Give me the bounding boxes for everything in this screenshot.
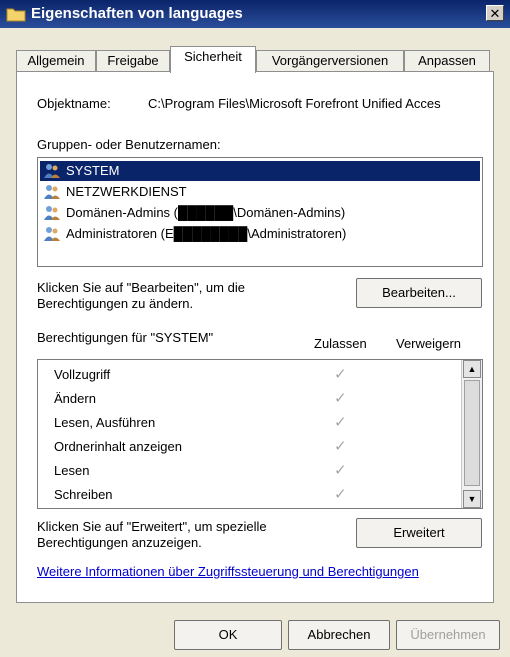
close-button[interactable]: ✕ — [486, 5, 504, 21]
deny-column-header: Verweigern — [396, 336, 462, 351]
users-icon — [44, 206, 60, 220]
folder-icon — [6, 8, 26, 22]
permission-row: Vollzugriff ✓ — [38, 363, 462, 387]
list-item[interactable]: NETZWERKDIENST — [40, 182, 480, 202]
advanced-hint-line-1: Klicken Sie auf "Erweitert", um speziell… — [37, 519, 267, 534]
allow-checkmark[interactable]: ✓ — [334, 459, 347, 483]
object-name-label: Objektname: — [37, 96, 111, 111]
groups-label: Gruppen- oder Benutzernamen: — [37, 137, 221, 152]
advanced-button[interactable]: Erweitert — [356, 518, 482, 548]
scrollbar[interactable]: ▲ ▼ — [461, 360, 482, 508]
groups-listbox[interactable]: SYSTEM NETZWERKDIENST Domänen-Admins (██… — [37, 157, 483, 267]
advanced-hint-line-2: Berechtigungen anzuzeigen. — [37, 535, 202, 550]
permission-name: Lesen, Ausführen — [54, 415, 156, 430]
permission-row: Lesen, Ausführen ✓ — [38, 411, 462, 435]
allow-column-header: Zulassen — [314, 336, 367, 351]
scroll-up-icon[interactable]: ▲ — [463, 360, 481, 378]
allow-checkmark[interactable]: ✓ — [334, 363, 347, 387]
list-item[interactable]: SYSTEM — [40, 161, 480, 181]
edit-hint-line-2: Berechtigungen zu ändern. — [37, 296, 194, 311]
help-link[interactable]: Weitere Informationen über Zugriffssteue… — [37, 564, 419, 579]
tab-strip: Allgemein Freigabe Sicherheit Vorgängerv… — [16, 46, 494, 73]
group-name: NETZWERKDIENST — [66, 184, 187, 199]
ok-button[interactable]: OK — [174, 620, 282, 650]
permissions-list[interactable]: Vollzugriff ✓ Ändern ✓ Lesen, Ausführen … — [37, 359, 483, 509]
permission-row: Ändern ✓ — [38, 387, 462, 411]
tab-anpassen[interactable]: Anpassen — [404, 50, 490, 72]
scroll-thumb[interactable] — [464, 380, 480, 486]
group-name: SYSTEM — [66, 163, 120, 178]
list-item[interactable]: Administratoren (E████████\Administrator… — [40, 224, 480, 244]
tab-vorgaengerversionen[interactable]: Vorgängerversionen — [256, 50, 404, 72]
edit-hint-line-1: Klicken Sie auf "Bearbeiten", um die — [37, 280, 245, 295]
apply-button[interactable]: Übernehmen — [396, 620, 500, 650]
permissions-label: Berechtigungen für "SYSTEM" — [37, 330, 214, 345]
group-name: Administratoren (E████████\Administrator… — [66, 226, 347, 241]
allow-checkmark[interactable]: ✓ — [334, 435, 347, 459]
permission-name: Ändern — [54, 391, 96, 406]
tab-sicherheit[interactable]: Sicherheit — [170, 46, 256, 73]
permission-name: Lesen — [54, 463, 90, 478]
permission-row: Ordnerinhalt anzeigen ✓ — [38, 435, 462, 459]
permission-name: Ordnerinhalt anzeigen — [54, 439, 182, 454]
tab-freigabe[interactable]: Freigabe — [96, 50, 170, 72]
edit-button[interactable]: Bearbeiten... — [356, 278, 482, 308]
allow-checkmark[interactable]: ✓ — [334, 483, 347, 507]
permission-row: Lesen ✓ — [38, 459, 462, 483]
object-name-value: C:\Program Files\Microsoft Forefront Uni… — [148, 96, 441, 111]
list-item[interactable]: Domänen-Admins (██████\Domänen-Admins) — [40, 203, 480, 223]
allow-checkmark[interactable]: ✓ — [334, 387, 347, 411]
group-name: Domänen-Admins (██████\Domänen-Admins) — [66, 205, 346, 220]
window-title: Eigenschaften von languages — [31, 5, 243, 22]
users-icon — [44, 185, 60, 199]
tab-allgemein[interactable]: Allgemein — [16, 50, 96, 72]
cancel-button[interactable]: Abbrechen — [288, 620, 390, 650]
users-icon — [44, 227, 60, 241]
title-bar[interactable]: Eigenschaften von languages ✕ — [0, 0, 510, 28]
properties-dialog: Eigenschaften von languages ✕ Allgemein … — [0, 0, 510, 657]
permission-row: Schreiben ✓ — [38, 483, 462, 507]
users-icon — [44, 164, 60, 178]
permission-name: Schreiben — [54, 487, 113, 502]
allow-checkmark[interactable]: ✓ — [334, 411, 347, 435]
permission-name: Vollzugriff — [54, 367, 111, 382]
scroll-down-icon[interactable]: ▼ — [463, 490, 481, 508]
